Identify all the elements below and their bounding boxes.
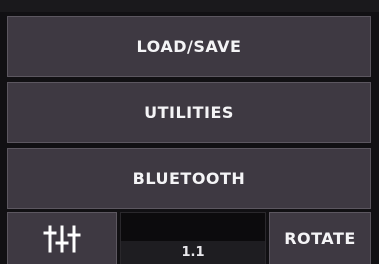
utilities-label: UTILITIES: [144, 103, 234, 122]
utilities-button[interactable]: UTILITIES: [7, 82, 371, 143]
rotate-button[interactable]: ROTATE: [269, 212, 371, 264]
top-status-bar: [0, 0, 379, 12]
load-save-button[interactable]: LOAD/SAVE: [7, 16, 371, 77]
load-save-label: LOAD/SAVE: [136, 37, 242, 56]
version-label: 1.1: [181, 245, 205, 260]
mixer-settings-button[interactable]: [7, 212, 117, 264]
version-panel: 1.1: [120, 212, 266, 264]
bluetooth-label: BLUETOOTH: [132, 169, 246, 188]
rotate-label: ROTATE: [284, 229, 356, 248]
sliders-icon: [43, 225, 81, 252]
version-display: 1.1: [121, 241, 265, 264]
bluetooth-button[interactable]: BLUETOOTH: [7, 148, 371, 209]
